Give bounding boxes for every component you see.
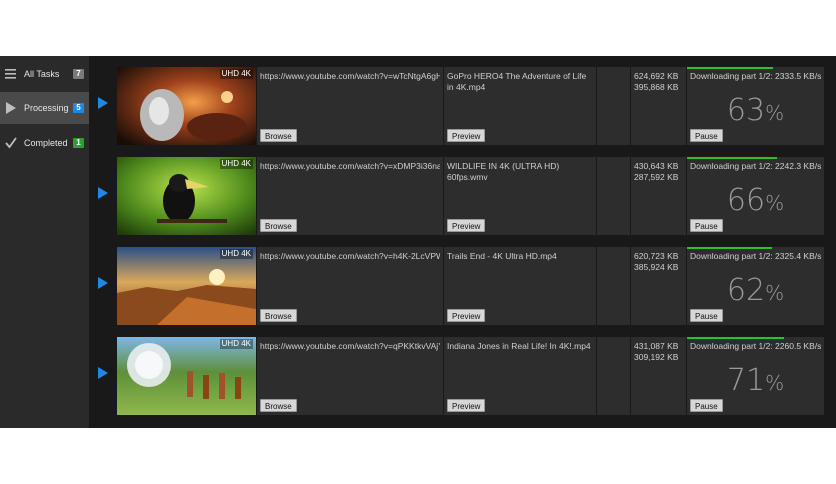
pause-button[interactable]: Pause bbox=[690, 129, 723, 142]
uhd-badge: UHD 4K bbox=[219, 159, 253, 169]
preview-button[interactable]: Preview bbox=[447, 219, 486, 232]
status-cell: Downloading part 1/2: 2333.5 KB/s 63% Pa… bbox=[687, 67, 824, 145]
preview-button[interactable]: Preview bbox=[447, 309, 486, 322]
progress-bar bbox=[687, 157, 778, 159]
status-text: Downloading part 1/2: 2242.3 KB/s bbox=[690, 161, 821, 171]
sidebar-item-completed[interactable]: Completed 1 bbox=[0, 127, 89, 159]
url-cell: https://www.youtube.com/watch?v=xDMP3i36… bbox=[257, 157, 443, 235]
blank-cell bbox=[597, 67, 630, 145]
status-text: Downloading part 1/2: 2333.5 KB/s bbox=[690, 71, 821, 81]
play-icon[interactable] bbox=[98, 97, 108, 109]
pause-button[interactable]: Pause bbox=[690, 309, 723, 322]
pause-button[interactable]: Pause bbox=[690, 219, 723, 232]
app-window: All Tasks 7 Processing 5 Completed 1 UHD… bbox=[0, 56, 836, 428]
play-icon[interactable] bbox=[98, 367, 108, 379]
size-downloaded: 309,192 KB bbox=[634, 352, 679, 362]
url-cell: https://www.youtube.com/watch?v=h4K-2LcV… bbox=[257, 247, 443, 325]
preview-button[interactable]: Preview bbox=[447, 399, 486, 412]
pause-button[interactable]: Pause bbox=[690, 399, 723, 412]
size-downloaded: 395,868 KB bbox=[634, 82, 679, 92]
sidebar-item-all-tasks[interactable]: All Tasks 7 bbox=[0, 58, 89, 90]
url-cell: https://www.youtube.com/watch?v=wTcNtgA6… bbox=[257, 67, 443, 145]
progress-bar bbox=[687, 337, 785, 339]
sidebar-item-label: Processing bbox=[24, 103, 69, 113]
size-total: 620,723 KB bbox=[634, 251, 679, 261]
progress-bar bbox=[687, 247, 772, 249]
task-row: UHD 4K https://www.youtube.com/watch?v=x… bbox=[89, 155, 836, 235]
task-row: UHD 4K https://www.youtube.com/watch?v=q… bbox=[89, 335, 836, 415]
video-thumbnail: UHD 4K bbox=[117, 67, 256, 145]
size-cell: 431,087 KB 309,192 KB bbox=[631, 337, 686, 415]
check-icon bbox=[5, 137, 17, 149]
percent-value: 63 bbox=[726, 93, 766, 128]
sidebar-item-label: All Tasks bbox=[24, 69, 60, 79]
title-cell: Trails End - 4K Ultra HD.mp4 Preview bbox=[444, 247, 596, 325]
menu-icon bbox=[5, 69, 16, 79]
task-row: UHD 4K https://www.youtube.com/watch?v=h… bbox=[89, 245, 836, 325]
percent-value: 66 bbox=[726, 183, 766, 218]
browse-button[interactable]: Browse bbox=[260, 399, 297, 412]
count-badge: 7 bbox=[73, 69, 84, 79]
uhd-badge: UHD 4K bbox=[219, 69, 253, 79]
browse-button[interactable]: Browse bbox=[260, 309, 297, 322]
status-cell: Downloading part 1/2: 2325.4 KB/s 62% Pa… bbox=[687, 247, 824, 325]
preview-button[interactable]: Preview bbox=[447, 129, 486, 142]
uhd-badge: UHD 4K bbox=[219, 339, 253, 349]
sidebar: All Tasks 7 Processing 5 Completed 1 bbox=[0, 56, 90, 428]
title-cell: WILDLIFE IN 4K (ULTRA HD) 60fps.wmv Prev… bbox=[444, 157, 596, 235]
progress-bar bbox=[687, 67, 774, 69]
task-list: UHD 4K https://www.youtube.com/watch?v=w… bbox=[89, 56, 836, 428]
size-total: 624,692 KB bbox=[634, 71, 679, 81]
play-icon bbox=[6, 102, 16, 114]
video-url: https://www.youtube.com/watch?v=h4K-2LcV… bbox=[260, 251, 440, 261]
video-thumbnail: UHD 4K bbox=[117, 157, 256, 235]
status-text: Downloading part 1/2: 2260.5 KB/s bbox=[690, 341, 821, 351]
sidebar-item-label: Completed bbox=[24, 138, 68, 148]
video-url: https://www.youtube.com/watch?v=wTcNtgA6… bbox=[260, 71, 440, 81]
percent-display: 62% bbox=[726, 273, 785, 308]
percent-display: 71% bbox=[726, 363, 785, 398]
url-cell: https://www.youtube.com/watch?v=qPKKtkvV… bbox=[257, 337, 443, 415]
file-name: Trails End - 4K Ultra HD.mp4 bbox=[447, 251, 557, 261]
size-downloaded: 385,924 KB bbox=[634, 262, 679, 272]
video-thumbnail: UHD 4K bbox=[117, 337, 256, 415]
file-name: GoPro HERO4 The Adventure of Life in 4K.… bbox=[447, 71, 587, 92]
count-badge: 5 bbox=[73, 103, 84, 113]
percent-value: 62 bbox=[726, 273, 766, 308]
status-cell: Downloading part 1/2: 2242.3 KB/s 66% Pa… bbox=[687, 157, 824, 235]
status-cell: Downloading part 1/2: 2260.5 KB/s 71% Pa… bbox=[687, 337, 824, 415]
file-name: Indiana Jones in Real Life! In 4K!.mp4 bbox=[447, 341, 591, 351]
blank-cell bbox=[597, 337, 630, 415]
blank-cell bbox=[597, 157, 630, 235]
sidebar-item-processing[interactable]: Processing 5 bbox=[0, 92, 89, 124]
percent-display: 63% bbox=[726, 93, 785, 128]
uhd-badge: UHD 4K bbox=[219, 249, 253, 259]
size-total: 431,087 KB bbox=[634, 341, 679, 351]
play-icon[interactable] bbox=[98, 187, 108, 199]
percent-value: 71 bbox=[726, 363, 766, 398]
size-total: 430,643 KB bbox=[634, 161, 679, 171]
size-downloaded: 287,592 KB bbox=[634, 172, 679, 182]
blank-cell bbox=[597, 247, 630, 325]
browse-button[interactable]: Browse bbox=[260, 129, 297, 142]
count-badge: 1 bbox=[73, 138, 84, 148]
video-url: https://www.youtube.com/watch?v=xDMP3i36… bbox=[260, 161, 440, 171]
status-text: Downloading part 1/2: 2325.4 KB/s bbox=[690, 251, 821, 261]
size-cell: 620,723 KB 385,924 KB bbox=[631, 247, 686, 325]
title-cell: Indiana Jones in Real Life! In 4K!.mp4 P… bbox=[444, 337, 596, 415]
file-name: WILDLIFE IN 4K (ULTRA HD) 60fps.wmv bbox=[447, 161, 560, 182]
title-cell: GoPro HERO4 The Adventure of Life in 4K.… bbox=[444, 67, 596, 145]
percent-display: 66% bbox=[726, 183, 785, 218]
size-cell: 624,692 KB 395,868 KB bbox=[631, 67, 686, 145]
task-row: UHD 4K https://www.youtube.com/watch?v=w… bbox=[89, 65, 836, 145]
video-url: https://www.youtube.com/watch?v=qPKKtkvV… bbox=[260, 341, 440, 351]
play-icon[interactable] bbox=[98, 277, 108, 289]
video-thumbnail: UHD 4K bbox=[117, 247, 256, 325]
size-cell: 430,643 KB 287,592 KB bbox=[631, 157, 686, 235]
browse-button[interactable]: Browse bbox=[260, 219, 297, 232]
